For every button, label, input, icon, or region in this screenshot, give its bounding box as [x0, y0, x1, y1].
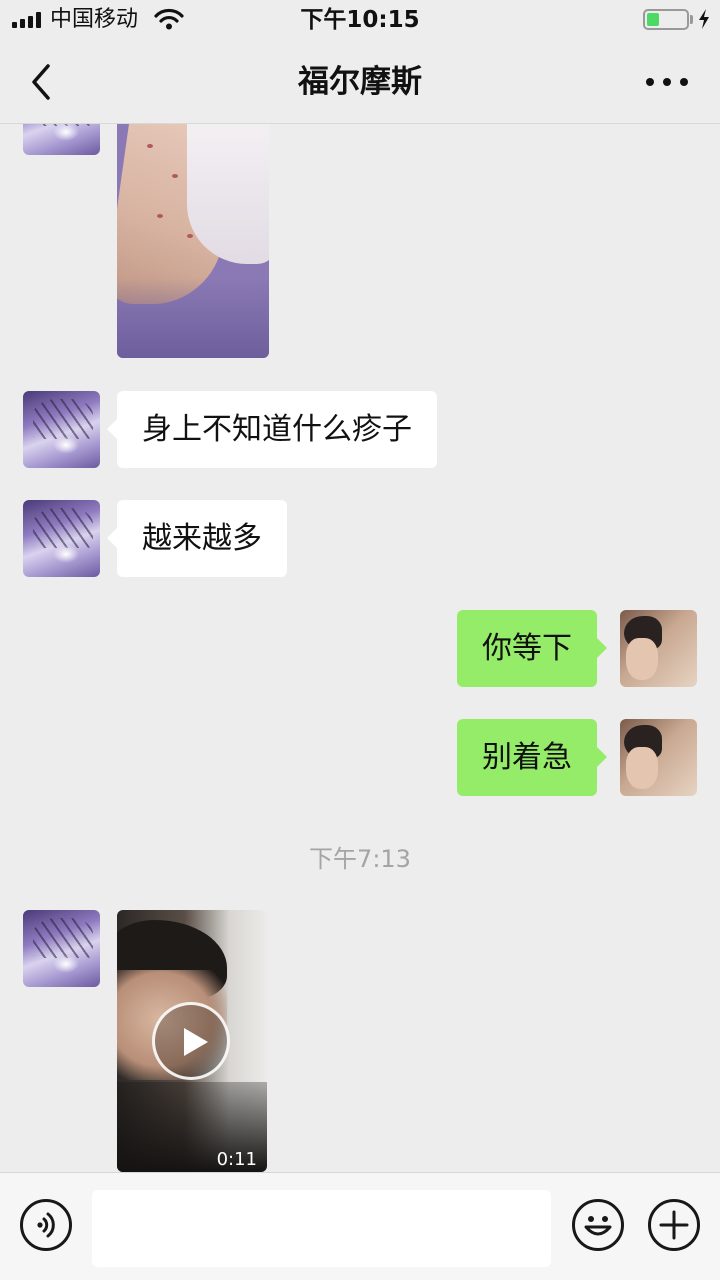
battery-tip — [690, 15, 693, 24]
back-button[interactable] — [22, 60, 62, 104]
peer-avatar[interactable] — [23, 124, 100, 155]
nav-bar: 福尔摩斯 — [0, 40, 720, 124]
chat-area[interactable]: 身上不知道什么疹子 越来越多 你等下 别着急 下午7:13 0:11 — [0, 124, 720, 1172]
battery-fill — [647, 13, 660, 26]
carrier-label: 中国移动 — [50, 7, 139, 32]
emoji-icon — [584, 1216, 612, 1236]
status-time: 下午10:15 — [300, 7, 420, 33]
video-message[interactable]: 0:11 — [117, 910, 267, 1172]
message-row: 你等下 — [0, 610, 720, 687]
more-dots-icon — [646, 78, 688, 86]
message-row: 别着急 — [0, 719, 720, 796]
emoji-button[interactable] — [572, 1199, 624, 1251]
play-icon[interactable] — [152, 1002, 230, 1080]
peer-avatar[interactable] — [23, 391, 100, 468]
peer-avatar[interactable] — [23, 500, 100, 577]
photo-shade — [117, 278, 269, 358]
battery-icon — [643, 9, 689, 30]
image-message[interactable] — [117, 124, 269, 358]
incoming-message-bubble[interactable]: 身上不知道什么疹子 — [107, 391, 437, 468]
incoming-message-bubble[interactable]: 越来越多 — [107, 500, 287, 577]
photo-spot — [172, 174, 178, 178]
self-avatar[interactable] — [620, 610, 697, 687]
message-row: 身上不知道什么疹子 — [0, 391, 720, 468]
plus-icon — [659, 1210, 689, 1240]
status-bar: 中国移动 下午10:15 — [0, 0, 720, 40]
message-row-video: 0:11 — [0, 910, 720, 1172]
charging-icon — [699, 9, 709, 29]
photo-spot — [147, 144, 153, 148]
chevron-left-icon — [32, 64, 50, 100]
outgoing-message-bubble[interactable]: 别着急 — [457, 719, 607, 796]
message-timestamp: 下午7:13 — [309, 845, 411, 873]
voice-button[interactable] — [20, 1199, 72, 1251]
input-bar — [0, 1172, 720, 1280]
more-button[interactable] — [640, 64, 700, 100]
signal-icon — [12, 12, 41, 28]
peer-avatar[interactable] — [23, 910, 100, 987]
wifi-icon — [154, 8, 184, 30]
message-input[interactable] — [92, 1190, 551, 1267]
chat-title: 福尔摩斯 — [298, 64, 422, 100]
photo-spot — [157, 214, 163, 218]
video-duration: 0:11 — [216, 1149, 257, 1170]
message-row-image — [0, 124, 720, 358]
photo-spot — [187, 234, 193, 238]
self-avatar[interactable] — [620, 719, 697, 796]
outgoing-message-bubble[interactable]: 你等下 — [457, 610, 607, 687]
plus-button[interactable] — [648, 1199, 700, 1251]
message-row: 越来越多 — [0, 500, 720, 577]
voice-icon — [37, 1212, 55, 1238]
